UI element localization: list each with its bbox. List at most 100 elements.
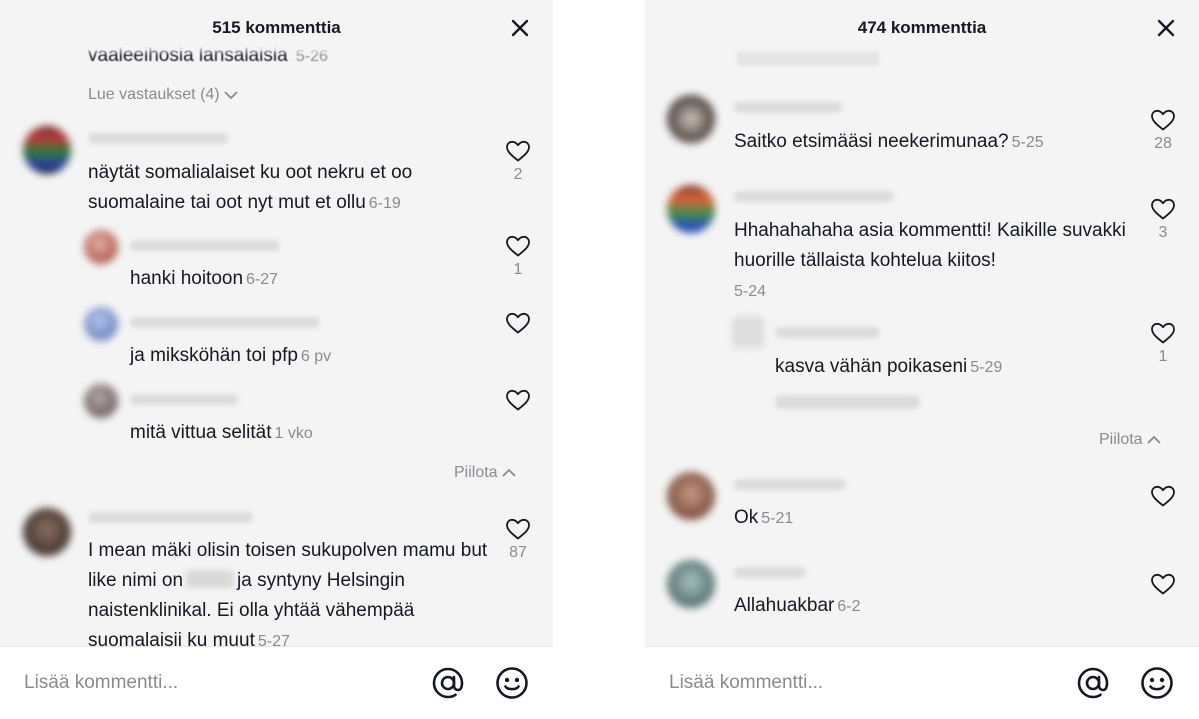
- like-button[interactable]: [501, 388, 535, 433]
- username-redacted[interactable]: [130, 240, 280, 251]
- comment-count-title: 474 kommenttia: [857, 18, 987, 37]
- username-redacted[interactable]: [734, 479, 846, 490]
- like-button[interactable]: 1: [501, 234, 535, 279]
- comment-date: 6-19: [368, 195, 401, 212]
- like-button[interactable]: 28: [1146, 108, 1180, 153]
- comment-body: mitä vittua selität: [130, 422, 272, 443]
- comment-date: 5-27: [257, 633, 290, 646]
- like-button[interactable]: [1146, 484, 1180, 529]
- comment-body: Hhahahahaha asia kommentti! Kaikille suv…: [734, 220, 1126, 271]
- username-redacted[interactable]: [88, 512, 253, 523]
- like-button[interactable]: [1146, 572, 1180, 617]
- comments-panel-left: vaaleeihosia lansalaisia 5-26 Lue vastau…: [0, 0, 553, 719]
- like-count: 1: [513, 261, 523, 278]
- comment-body: Ok: [734, 507, 759, 528]
- heart-outline-icon: [1151, 198, 1175, 220]
- comment-text: I mean mäki olisin toisen sukupolven mam…: [88, 536, 488, 646]
- hide-replies-label: Piilota: [1099, 431, 1143, 448]
- comment-text: Saitko etsimääsi neekerimunaa? 5-25: [734, 127, 1139, 158]
- creator-liked-tag: [775, 395, 920, 409]
- comment-body: ja miksköhän toi pfp: [130, 345, 298, 366]
- view-replies-button[interactable]: Lue vastaukset (4): [88, 86, 239, 104]
- emoji-button[interactable]: [494, 665, 530, 701]
- comment-composer: [645, 646, 1199, 719]
- comment-text: Ok 5-21: [734, 503, 1139, 534]
- like-count: [1146, 599, 1180, 617]
- comment-text: hanki hoitoon 6-27: [130, 264, 490, 295]
- hide-replies-label: Piilota: [454, 464, 498, 481]
- comment-input[interactable]: [669, 669, 1049, 697]
- heart-outline-icon: [1151, 322, 1175, 344]
- close-button[interactable]: [509, 17, 531, 39]
- emoji-button[interactable]: [1139, 665, 1175, 701]
- avatar[interactable]: [733, 317, 763, 347]
- like-button[interactable]: 1: [1146, 321, 1180, 366]
- close-icon: [511, 19, 529, 37]
- username-redacted[interactable]: [734, 102, 842, 113]
- redacted-name: [186, 570, 235, 588]
- avatar[interactable]: [84, 384, 118, 418]
- hide-replies-button[interactable]: Piilota: [454, 464, 517, 482]
- username-redacted[interactable]: [734, 567, 806, 578]
- heart-outline-icon: [1151, 109, 1175, 131]
- avatar[interactable]: [23, 508, 71, 556]
- comment-date: 5-25: [1011, 134, 1044, 151]
- comment-input[interactable]: [24, 669, 404, 697]
- heart-outline-icon: [1151, 573, 1175, 595]
- heart-outline-icon: [506, 389, 530, 411]
- avatar[interactable]: [667, 95, 715, 143]
- avatar[interactable]: [667, 185, 715, 233]
- comment-text: kasva vähän poikaseni 5-29: [775, 352, 1135, 383]
- mention-button[interactable]: [1075, 665, 1111, 701]
- avatar[interactable]: [667, 472, 715, 520]
- like-count: [501, 415, 535, 433]
- heart-outline-icon: [506, 518, 530, 540]
- like-button[interactable]: [501, 311, 535, 356]
- comment-date: 6-2: [837, 598, 861, 615]
- chevron-up-icon: [501, 468, 516, 477]
- like-count: [1146, 511, 1180, 529]
- avatar[interactable]: [667, 560, 715, 608]
- heart-outline-icon: [1151, 485, 1175, 507]
- smiley-icon: [496, 667, 528, 699]
- smiley-icon: [1141, 667, 1173, 699]
- comment-date: 6-27: [246, 271, 279, 288]
- like-button[interactable]: 87: [501, 517, 535, 562]
- hide-replies-button[interactable]: Piilota: [1099, 431, 1162, 449]
- username-redacted[interactable]: [734, 191, 894, 202]
- comment-text: näytät somalialaiset ku oot nekru et oo …: [88, 158, 493, 219]
- heart-outline-icon: [506, 235, 530, 257]
- comment-list[interactable]: Saitko etsimääsi neekerimunaa? 5-25 28 Hh…: [645, 0, 1199, 646]
- like-count: 2: [513, 166, 523, 183]
- comment-text: Allahuakbar 6-2: [734, 591, 1139, 622]
- like-button[interactable]: 3: [1146, 197, 1180, 242]
- panel-header: 515 kommenttia: [0, 0, 553, 56]
- like-count: 3: [1158, 224, 1168, 241]
- panel-header: 474 kommenttia: [645, 0, 1199, 56]
- username-redacted[interactable]: [130, 394, 238, 405]
- at-sign-icon: [1077, 667, 1109, 699]
- comment-body: Saitko etsimääsi neekerimunaa?: [734, 131, 1009, 152]
- comment-count-title: 515 kommenttia: [212, 18, 341, 37]
- like-count: [501, 338, 535, 356]
- like-count: 1: [1158, 348, 1168, 365]
- close-icon: [1157, 19, 1175, 37]
- username-redacted[interactable]: [775, 327, 880, 338]
- close-button[interactable]: [1155, 17, 1177, 39]
- comment-date: 1 vko: [274, 425, 313, 442]
- comment-text: ja miksköhän toi pfp 6 pv: [130, 341, 490, 372]
- username-redacted[interactable]: [88, 133, 228, 144]
- avatar[interactable]: [84, 230, 118, 264]
- like-count: 28: [1154, 135, 1172, 152]
- like-count: 87: [509, 544, 527, 561]
- mention-button[interactable]: [430, 665, 466, 701]
- comment-date: 5-24: [734, 283, 767, 300]
- chevron-up-icon: [1146, 435, 1161, 444]
- avatar[interactable]: [23, 126, 71, 174]
- username-redacted[interactable]: [130, 317, 320, 328]
- comment-date: 5-29: [970, 359, 1003, 376]
- like-button[interactable]: 2: [501, 139, 535, 184]
- avatar[interactable]: [84, 307, 118, 341]
- comment-date: 5-21: [761, 510, 794, 527]
- comment-list[interactable]: vaaleeihosia lansalaisia 5-26 Lue vastau…: [0, 0, 553, 646]
